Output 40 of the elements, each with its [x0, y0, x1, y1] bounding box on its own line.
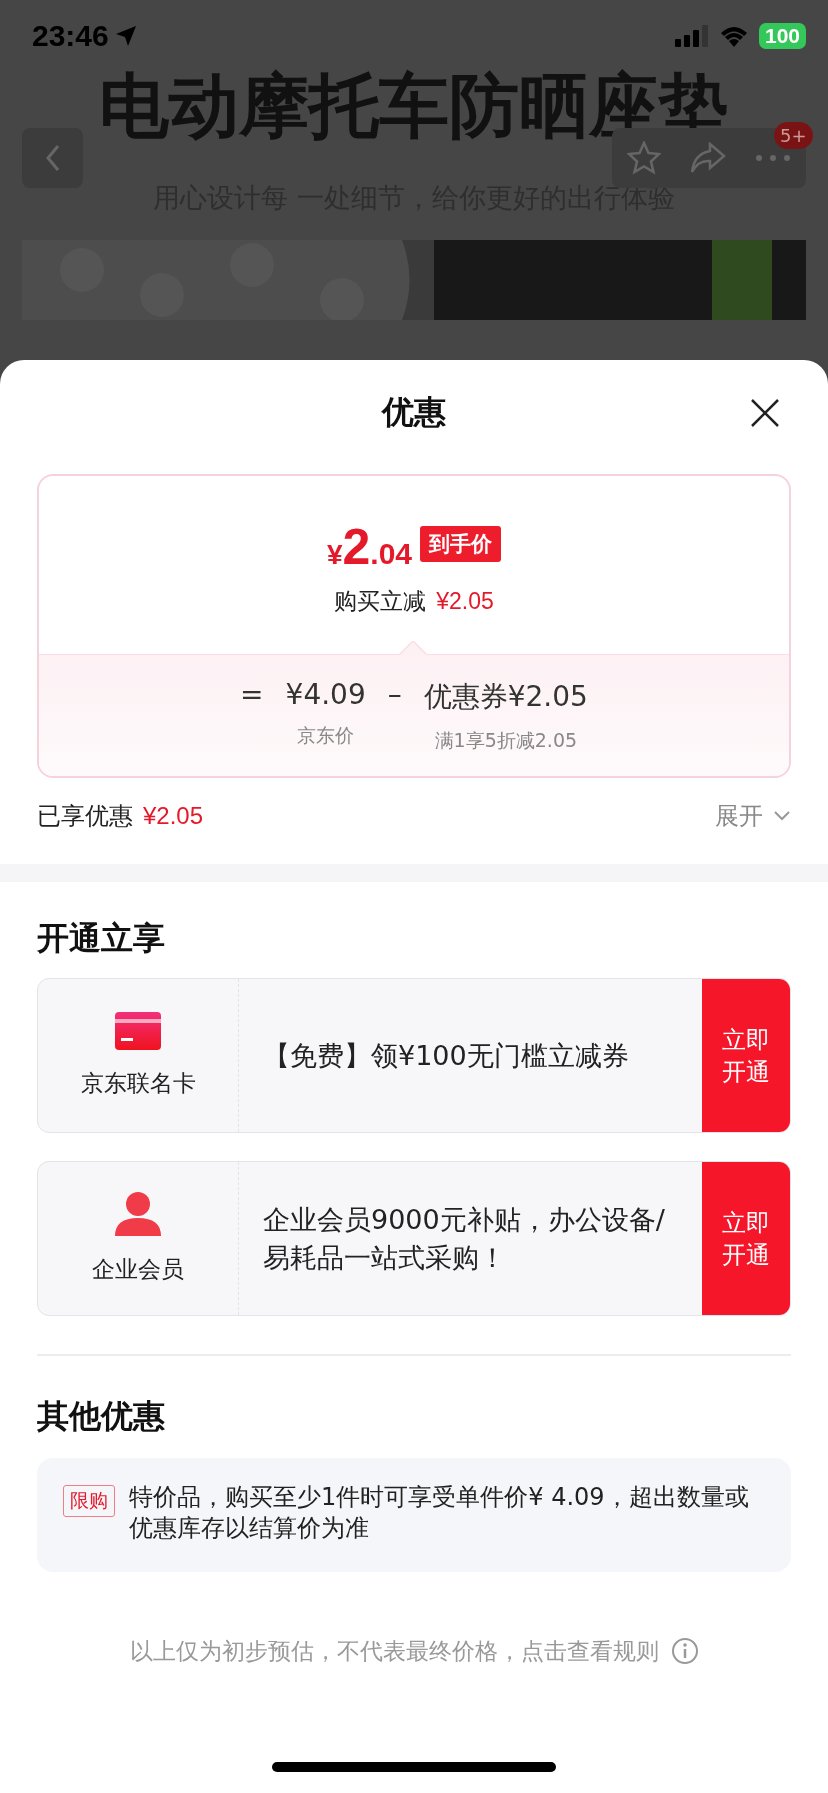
sheet-title: 优惠 [382, 392, 446, 433]
equals-sign: = [240, 677, 264, 711]
credit-card-icon [115, 1012, 161, 1050]
activate-button[interactable]: 立即开通 [702, 979, 790, 1132]
final-price: ¥2.04 [326, 521, 413, 572]
back-button[interactable] [22, 128, 83, 188]
notification-badge: 5+ [774, 122, 813, 149]
minus-sign: – [387, 677, 402, 711]
note-text: 特价品，购买至少1件时可享受单件价¥ 4.09，超出数量或优惠库存以结算价为准 [129, 1481, 750, 1544]
offer-name: 企业会员 [92, 1255, 184, 1284]
reduction-label: 购买立减 [334, 586, 427, 616]
share-icon[interactable] [690, 142, 726, 174]
chevron-icon [773, 811, 791, 821]
back-icon [44, 144, 61, 172]
location-arrow-icon [114, 25, 137, 47]
discount-amount: ¥2.05 [143, 802, 204, 830]
info-icon[interactable] [670, 1637, 699, 1665]
expand-toggle[interactable]: 展开 [715, 800, 791, 832]
more-icon[interactable] [755, 154, 792, 162]
star-icon[interactable] [626, 141, 661, 175]
battery-level: 100 [758, 23, 806, 49]
price-tag: 到手价 [420, 525, 502, 562]
reduction-amount: ¥2.05 [436, 587, 494, 615]
discount-label: 已享优惠 [37, 801, 133, 832]
base-price: ¥4.09 [285, 677, 366, 711]
offer-description: 企业会员9000元补贴，办公设备/易耗品一站式采购！ [263, 1202, 666, 1275]
status-time: 23:46 [32, 19, 109, 53]
signal-icon [674, 25, 709, 47]
offer-name: 京东联名卡 [80, 1069, 196, 1098]
coupon-condition: 满1享5折减2.05 [434, 727, 578, 753]
activate-button[interactable]: 立即开通 [702, 1162, 790, 1315]
limit-tag: 限购 [63, 1484, 115, 1517]
offer-description: 【免费】领¥100无门槛立减券 [263, 1038, 629, 1073]
section-title: 开通立享 [37, 918, 166, 958]
close-icon[interactable] [750, 398, 780, 428]
section-title: 其他优惠 [37, 1395, 166, 1436]
person-icon [115, 1192, 161, 1236]
coupon-amount: 优惠券¥2.05 [423, 678, 588, 715]
disclaimer-link[interactable]: 以上仅为初步预估，不代表最终价格，点击查看规则 [129, 1635, 659, 1667]
base-price-label: 京东价 [297, 722, 355, 748]
